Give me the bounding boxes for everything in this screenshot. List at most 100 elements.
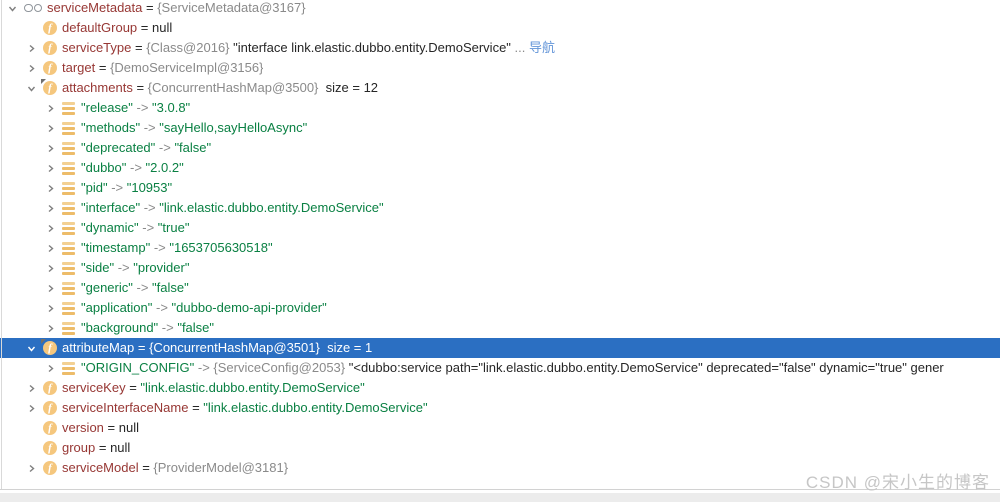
field-icon: f — [43, 421, 57, 435]
row-text: "timestamp" -> "1653705630518" — [81, 238, 273, 258]
tree-row[interactable]: "dynamic" -> "true" — [0, 218, 1000, 238]
map-entry-icon — [62, 102, 75, 115]
tree-row[interactable]: "side" -> "provider" — [0, 258, 1000, 278]
map-entry-icon — [62, 322, 75, 335]
map-entry-icon — [62, 202, 75, 215]
tree-row[interactable]: "release" -> "3.0.8" — [0, 98, 1000, 118]
row-text: target = {DemoServiceImpl@3156} — [62, 58, 263, 78]
chevron-collapsed-icon[interactable] — [44, 222, 57, 235]
map-entry-icon — [62, 162, 75, 175]
map-entry-icon — [62, 242, 75, 255]
map-entry-icon — [62, 282, 75, 295]
chevron-collapsed-icon[interactable] — [44, 282, 57, 295]
row-text: defaultGroup = null — [62, 18, 172, 38]
field-icon: f — [43, 401, 57, 415]
chevron-collapsed-icon[interactable] — [44, 182, 57, 195]
chevron-collapsed-icon[interactable] — [44, 302, 57, 315]
row-text: "background" -> "false" — [81, 318, 214, 338]
row-text: serviceType = {Class@2016} "interface li… — [62, 38, 555, 58]
row-text: "ORIGIN_CONFIG" -> {ServiceConfig@2053} … — [81, 358, 944, 378]
tree-row[interactable]: serviceMetadata = {ServiceMetadata@3167} — [0, 0, 1000, 18]
variables-tree: serviceMetadata = {ServiceMetadata@3167}… — [0, 0, 1000, 478]
row-text: "interface" -> "link.elastic.dubbo.entit… — [81, 198, 384, 218]
debugger-variables-panel: serviceMetadata = {ServiceMetadata@3167}… — [0, 0, 1000, 502]
chevron-collapsed-icon[interactable] — [44, 242, 57, 255]
chevron-spacer — [25, 422, 38, 435]
chevron-collapsed-icon[interactable] — [44, 122, 57, 135]
field-icon: f — [43, 441, 57, 455]
tree-row[interactable]: "application" -> "dubbo-demo-api-provide… — [0, 298, 1000, 318]
chevron-collapsed-icon[interactable] — [25, 402, 38, 415]
tree-row[interactable]: f attachments = {ConcurrentHashMap@3500} … — [0, 78, 1000, 98]
field-icon: f — [43, 61, 57, 75]
map-entry-icon — [62, 222, 75, 235]
tree-row[interactable]: f serviceKey = "link.elastic.dubbo.entity… — [0, 378, 1000, 398]
tree-row[interactable]: "deprecated" -> "false" — [0, 138, 1000, 158]
tree-row[interactable]: f group = null — [0, 438, 1000, 458]
row-text: attributeMap = {ConcurrentHashMap@3501} … — [62, 338, 372, 358]
chevron-collapsed-icon[interactable] — [44, 322, 57, 335]
chevron-collapsed-icon[interactable] — [44, 202, 57, 215]
row-text: serviceModel = {ProviderModel@3181} — [62, 458, 288, 478]
chevron-collapsed-icon[interactable] — [44, 362, 57, 375]
row-text: version = null — [62, 418, 139, 438]
chevron-collapsed-icon[interactable] — [25, 382, 38, 395]
field-icon: f — [43, 21, 57, 35]
field-icon: f — [43, 461, 57, 475]
row-text: "release" -> "3.0.8" — [81, 98, 190, 118]
chevron-collapsed-icon[interactable] — [44, 262, 57, 275]
chevron-collapsed-icon[interactable] — [44, 102, 57, 115]
tree-row[interactable]: "pid" -> "10953" — [0, 178, 1000, 198]
field-icon: f — [43, 81, 57, 95]
tree-row[interactable]: f serviceType = {Class@2016} "interface l… — [0, 38, 1000, 58]
watermark-text: CSDN @宋小生的博客 — [806, 468, 990, 493]
row-text: "generic" -> "false" — [81, 278, 189, 298]
chevron-collapsed-icon[interactable] — [44, 162, 57, 175]
map-entry-icon — [62, 142, 75, 155]
field-icon: f — [43, 41, 57, 55]
chevron-expanded-icon[interactable] — [25, 82, 38, 95]
row-text: "deprecated" -> "false" — [81, 138, 211, 158]
tree-row[interactable]: f target = {DemoServiceImpl@3156} — [0, 58, 1000, 78]
map-entry-icon — [62, 182, 75, 195]
chevron-spacer — [25, 442, 38, 455]
chevron-expanded-icon[interactable] — [25, 342, 38, 355]
chevron-collapsed-icon[interactable] — [25, 462, 38, 475]
row-text: "dynamic" -> "true" — [81, 218, 189, 238]
row-text: serviceKey = "link.elastic.dubbo.entity.… — [62, 378, 365, 398]
chevron-collapsed-icon[interactable] — [25, 42, 38, 55]
field-icon: f — [43, 381, 57, 395]
horizontal-scrollbar-track[interactable] — [0, 493, 1000, 502]
row-text: "application" -> "dubbo-demo-api-provide… — [81, 298, 327, 318]
tree-row[interactable]: "interface" -> "link.elastic.dubbo.entit… — [0, 198, 1000, 218]
row-text: serviceMetadata = {ServiceMetadata@3167} — [47, 0, 306, 18]
tree-row[interactable]: "generic" -> "false" — [0, 278, 1000, 298]
row-text: group = null — [62, 438, 130, 458]
map-entry-icon — [62, 262, 75, 275]
tree-row[interactable]: f version = null — [0, 418, 1000, 438]
tree-row[interactable]: f defaultGroup = null — [0, 18, 1000, 38]
watch-icon — [24, 4, 43, 13]
tree-row[interactable]: "ORIGIN_CONFIG" -> {ServiceConfig@2053} … — [0, 358, 1000, 378]
row-text: "pid" -> "10953" — [81, 178, 172, 198]
map-entry-icon — [62, 302, 75, 315]
row-text: "side" -> "provider" — [81, 258, 189, 278]
chevron-collapsed-icon[interactable] — [25, 62, 38, 75]
tree-row[interactable]: "timestamp" -> "1653705630518" — [0, 238, 1000, 258]
row-text: serviceInterfaceName = "link.elastic.dub… — [62, 398, 428, 418]
row-text: attachments = {ConcurrentHashMap@3500} s… — [62, 78, 378, 98]
map-entry-icon — [62, 122, 75, 135]
tree-row[interactable]: f serviceInterfaceName = "link.elastic.du… — [0, 398, 1000, 418]
tree-row[interactable]: "methods" -> "sayHello,sayHelloAsync" — [0, 118, 1000, 138]
row-text: "methods" -> "sayHello,sayHelloAsync" — [81, 118, 307, 138]
panel-left-border — [1, 0, 2, 489]
tree-row[interactable]: "dubbo" -> "2.0.2" — [0, 158, 1000, 178]
tree-row[interactable]: f attributeMap = {ConcurrentHashMap@3501}… — [0, 338, 1000, 358]
chevron-spacer — [25, 22, 38, 35]
chevron-expanded-icon[interactable] — [6, 2, 19, 15]
field-icon: f — [43, 341, 57, 355]
tree-row[interactable]: "background" -> "false" — [0, 318, 1000, 338]
row-text: "dubbo" -> "2.0.2" — [81, 158, 184, 178]
map-entry-icon — [62, 362, 75, 375]
chevron-collapsed-icon[interactable] — [44, 142, 57, 155]
